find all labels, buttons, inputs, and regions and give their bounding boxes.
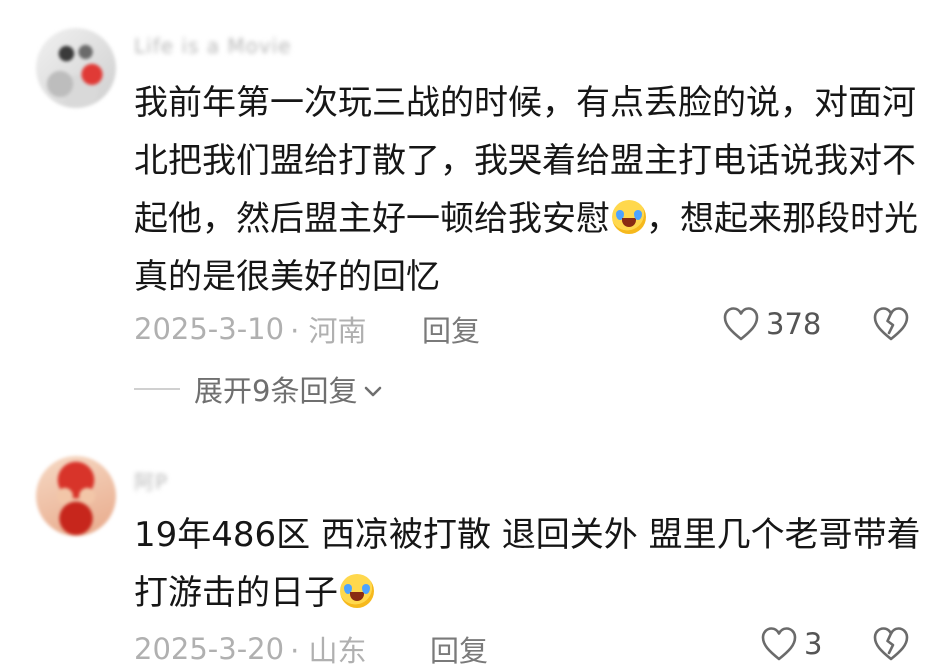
heart-icon — [760, 626, 798, 662]
username[interactable]: 阿P — [134, 466, 168, 495]
chevron-down-icon — [363, 372, 383, 406]
comment-text-part: 19年486区 西凉被打散 退回关外 盟里几个老哥带着打游击的日子 — [134, 515, 921, 613]
comment-text: 19年486区 西凉被打散 退回关外 盟里几个老哥带着打游击的日子 — [134, 506, 924, 622]
heart-icon — [722, 306, 760, 342]
divider-line — [134, 388, 180, 390]
expand-replies-label: 展开9条回复 — [194, 374, 358, 408]
broken-heart-icon — [872, 306, 910, 342]
avatar[interactable] — [36, 28, 116, 108]
laughing-crying-emoji-icon — [612, 200, 646, 234]
comment-date: 2025-3-10 — [134, 312, 285, 346]
comment-location: · 山东 — [290, 634, 367, 668]
dislike-button[interactable] — [872, 626, 910, 662]
comment-date: 2025-3-20 — [134, 632, 285, 666]
broken-heart-icon — [872, 626, 910, 662]
dislike-button[interactable] — [872, 306, 910, 342]
avatar[interactable] — [36, 456, 116, 536]
expand-replies-button[interactable]: 展开9条回复 — [134, 368, 383, 410]
crying-emoji-icon — [340, 574, 374, 608]
comment-location: · 河南 — [290, 314, 367, 348]
like-count: 3 — [804, 627, 823, 661]
reply-button[interactable]: 回复 — [422, 308, 480, 350]
comment-meta: 2025-3-20 · 山东 — [134, 628, 367, 670]
comment-meta: 2025-3-10 · 河南 — [134, 308, 367, 350]
reply-button[interactable]: 回复 — [430, 628, 488, 670]
username[interactable]: Life is a Movie — [134, 34, 292, 58]
comment-text: 我前年第一次玩三战的时候，有点丢脸的说，对面河北把我们盟给打散了，我哭着给盟主打… — [134, 74, 924, 306]
like-count: 378 — [766, 307, 822, 341]
like-button[interactable]: 3 — [760, 626, 822, 662]
like-button[interactable]: 378 — [722, 306, 821, 342]
